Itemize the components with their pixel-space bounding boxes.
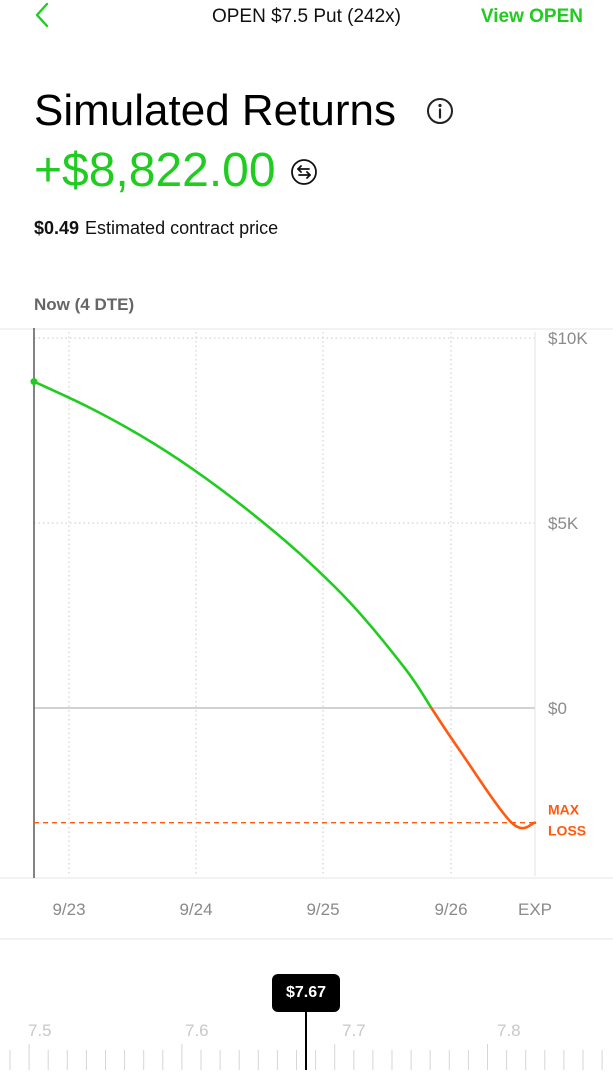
simulated-return-value: +$8,822.00 — [34, 144, 276, 197]
slider-tick-label: 7.6 — [185, 1021, 209, 1040]
y-tick-label: $5K — [548, 514, 579, 533]
series-line-positive — [32, 380, 433, 710]
x-tick-label: 9/24 — [179, 900, 212, 919]
x-tick-label: 9/23 — [52, 900, 85, 919]
slider-tick-label: 7.5 — [28, 1021, 52, 1040]
top-nav: OPEN $7.5 Put (242x) View OPEN — [0, 0, 613, 36]
x-tick-label: 9/25 — [306, 900, 339, 919]
slider-tick-label: 7.8 — [497, 1021, 521, 1040]
current-value-dot — [30, 378, 38, 386]
swap-icon[interactable] — [289, 157, 319, 187]
y-tick-label: $10K — [548, 329, 588, 348]
max-loss-label: MAX — [548, 802, 580, 818]
page-title: Simulated Returns — [34, 86, 396, 135]
returns-chart[interactable]: $10K $5K $0 9/23 9/24 9/25 9/26 EXP MAX LOSS — [0, 328, 613, 940]
view-open-link[interactable]: View OPEN — [481, 6, 583, 28]
x-tick-label: EXP — [518, 900, 552, 919]
info-icon[interactable] — [425, 96, 455, 126]
time-label: Now (4 DTE) — [34, 295, 135, 314]
selected-price-badge: $7.67 — [272, 974, 340, 1012]
slider-tick-label: 7.7 — [342, 1021, 366, 1040]
contract-price-label: Estimated contract price — [85, 218, 279, 238]
contract-price-value: $0.49 — [34, 218, 80, 238]
x-tick-label: 9/26 — [434, 900, 467, 919]
slider-track[interactable] — [0, 1012, 613, 1088]
series-line-negative — [430, 706, 537, 830]
y-tick-label: $0 — [548, 699, 567, 718]
max-loss-label: LOSS — [548, 823, 586, 839]
contract-price-row: $0.49 Estimated contract price — [34, 218, 278, 239]
